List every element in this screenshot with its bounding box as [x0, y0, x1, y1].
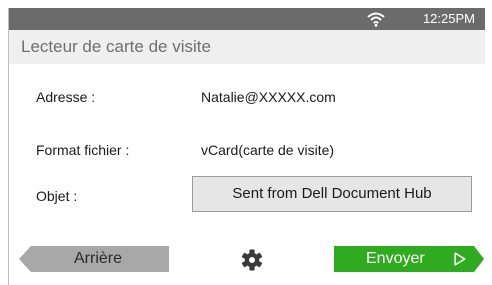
- subject-field[interactable]: Sent from Dell Document Hub: [192, 176, 472, 212]
- file-format-label: Format fichier :: [36, 142, 130, 158]
- gear-icon[interactable]: [241, 249, 263, 271]
- back-button[interactable]: Arrière: [19, 246, 169, 272]
- send-button-label: Envoyer: [366, 250, 425, 267]
- status-time: 12:25PM: [422, 11, 475, 26]
- play-arrow-icon: [454, 252, 466, 266]
- status-bar: 12:25PM: [9, 8, 485, 30]
- address-label: Adresse :: [36, 89, 96, 105]
- send-button[interactable]: Envoyer: [334, 246, 484, 272]
- address-value[interactable]: Natalie@XXXXX.com: [201, 89, 336, 105]
- wifi-icon: [367, 12, 385, 27]
- screen: 12:25PM Lecteur de carte de visite Adres…: [8, 8, 485, 285]
- file-format-value[interactable]: vCard(carte de visite): [201, 142, 334, 158]
- page-title: Lecteur de carte de visite: [21, 37, 211, 56]
- title-bar: Lecteur de carte de visite: [9, 30, 485, 64]
- subject-label: Objet :: [36, 188, 78, 204]
